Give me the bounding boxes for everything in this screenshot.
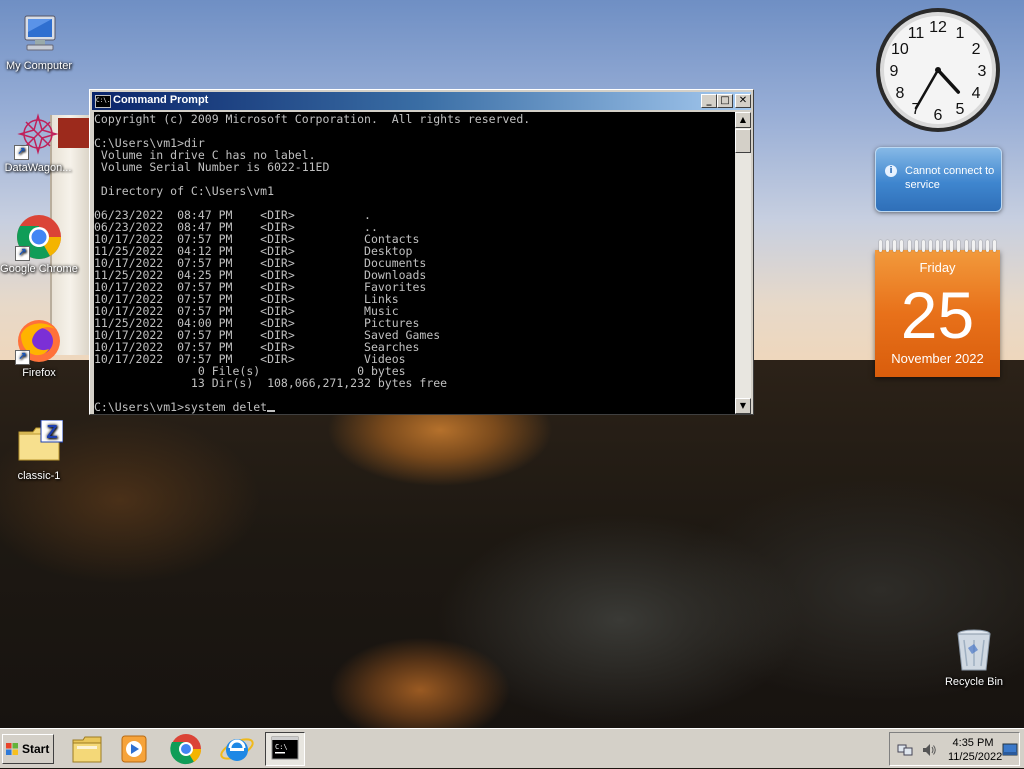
clock-number: 12: [929, 19, 947, 36]
close-button[interactable]: ✕: [735, 94, 751, 108]
tray-date: 11/25/2022: [948, 751, 1003, 763]
chrome-icon: [170, 734, 202, 765]
datawagon-icon: ↗: [14, 112, 62, 160]
clock-number: 4: [972, 85, 981, 102]
clock-number: 11: [908, 25, 925, 42]
internet-explorer-icon: [220, 738, 254, 761]
svg-text:Z: Z: [47, 422, 58, 442]
tray-clock[interactable]: 4:35 PM 11/25/2022: [948, 736, 1003, 764]
shortcut-arrow-icon: ↗: [14, 145, 29, 160]
calendar-rings: [879, 240, 996, 254]
desktop-icon-label: Google Chrome: [0, 263, 78, 275]
scroll-up-button[interactable]: ▲: [735, 112, 751, 128]
desktop-icon-label: DataWagon...: [4, 162, 72, 174]
start-label: Start: [22, 742, 50, 756]
wallpaper-rocks: [0, 360, 1024, 728]
calendar-gadget[interactable]: Friday 25 November 2022: [875, 240, 1000, 377]
scroll-down-button[interactable]: ▼: [735, 398, 751, 414]
info-icon: i: [885, 165, 897, 177]
chrome-icon: ↗: [15, 213, 63, 261]
clock-number: 10: [891, 41, 909, 58]
weather-gadget[interactable]: i Cannot connect to service: [875, 147, 1002, 212]
desktop-icon-label: classic-1: [17, 470, 61, 482]
zip-folder-icon: Z: [15, 419, 64, 468]
clock-number: 5: [956, 101, 965, 118]
tray-time: 4:35 PM: [952, 737, 994, 749]
media-player-icon: [121, 735, 147, 763]
computer-icon: [15, 10, 63, 58]
clock-number: 2: [972, 41, 981, 58]
vertical-scrollbar[interactable]: ▲ ▼: [735, 112, 751, 414]
volume-icon[interactable]: [921, 742, 937, 758]
recycle-bin-icon: [950, 626, 998, 674]
desktop-icon-datawagon[interactable]: ↗ DataWagon...: [0, 112, 78, 174]
taskbar-explorer[interactable]: [67, 732, 107, 766]
desktop-icon-classic-1[interactable]: Z classic-1: [0, 419, 79, 482]
window-titlebar[interactable]: C:\. Command Prompt _ □ ✕: [92, 92, 751, 110]
calendar-date: 25: [900, 278, 975, 352]
clock-number: 6: [934, 107, 943, 124]
console-text: Copyright (c) 2009 Microsoft Corporation…: [94, 112, 531, 414]
console-output[interactable]: Copyright (c) 2009 Microsoft Corporation…: [94, 112, 735, 414]
network-icon[interactable]: [897, 742, 913, 758]
taskbar-chrome[interactable]: [166, 732, 206, 766]
desktop-icon-google-chrome[interactable]: ↗ Google Chrome: [0, 213, 79, 275]
calendar-month: November 2022: [891, 351, 984, 366]
minimize-button[interactable]: _: [701, 94, 717, 108]
desktop-icon-label: Recycle Bin: [944, 676, 1004, 688]
window-title: Command Prompt: [113, 94, 209, 106]
calendar-page: Friday 25 November 2022: [875, 250, 1000, 377]
clock-number: 9: [890, 63, 899, 80]
cmd-icon: C:\: [271, 736, 299, 760]
taskbar-command-prompt[interactable]: C:\: [265, 732, 305, 766]
firefox-icon: ↗: [15, 317, 63, 365]
clock-number: 8: [895, 85, 904, 102]
cmd-window-icon: C:\.: [95, 95, 111, 108]
shortcut-arrow-icon: ↗: [15, 350, 30, 365]
desktop-icon-firefox[interactable]: ↗ Firefox: [0, 317, 79, 379]
desktop-icon-recycle-bin[interactable]: Recycle Bin: [934, 626, 1014, 688]
start-button[interactable]: Start: [2, 734, 54, 764]
clock-number: 1: [956, 25, 965, 42]
weather-message: Cannot connect to service: [905, 165, 995, 191]
desktop-icon-my-computer[interactable]: My Computer: [0, 10, 79, 72]
taskbar-media-player[interactable]: [114, 732, 154, 766]
desktop-icon-label: My Computer: [5, 60, 73, 72]
command-prompt-window[interactable]: C:\. Command Prompt _ □ ✕ Copyright (c) …: [89, 89, 754, 415]
shortcut-arrow-icon: ↗: [15, 246, 30, 261]
explorer-icon: [72, 736, 102, 763]
scroll-thumb[interactable]: [735, 129, 751, 153]
taskbar-internet-explorer[interactable]: [217, 732, 257, 766]
svg-text:C:\: C:\: [275, 743, 288, 751]
desktop-icon-label: Firefox: [22, 367, 56, 379]
calendar-day: Friday: [919, 260, 956, 275]
console-cursor: [267, 410, 276, 412]
clock-face-icon: 12 1234567891011: [876, 8, 1000, 132]
maximize-button[interactable]: □: [717, 94, 733, 108]
show-desktop-icon[interactable]: [1002, 742, 1018, 758]
taskbar: Start C:\ 4:35 PM 11/25/2022: [0, 728, 1024, 768]
system-tray: 4:35 PM 11/25/2022: [889, 732, 1020, 766]
clock-gadget[interactable]: 12 1 2 3 4 5 6 7 8 9 10 11: [874, 6, 1002, 134]
clock-number: 3: [978, 63, 987, 80]
windows-flag-icon: [6, 743, 18, 755]
